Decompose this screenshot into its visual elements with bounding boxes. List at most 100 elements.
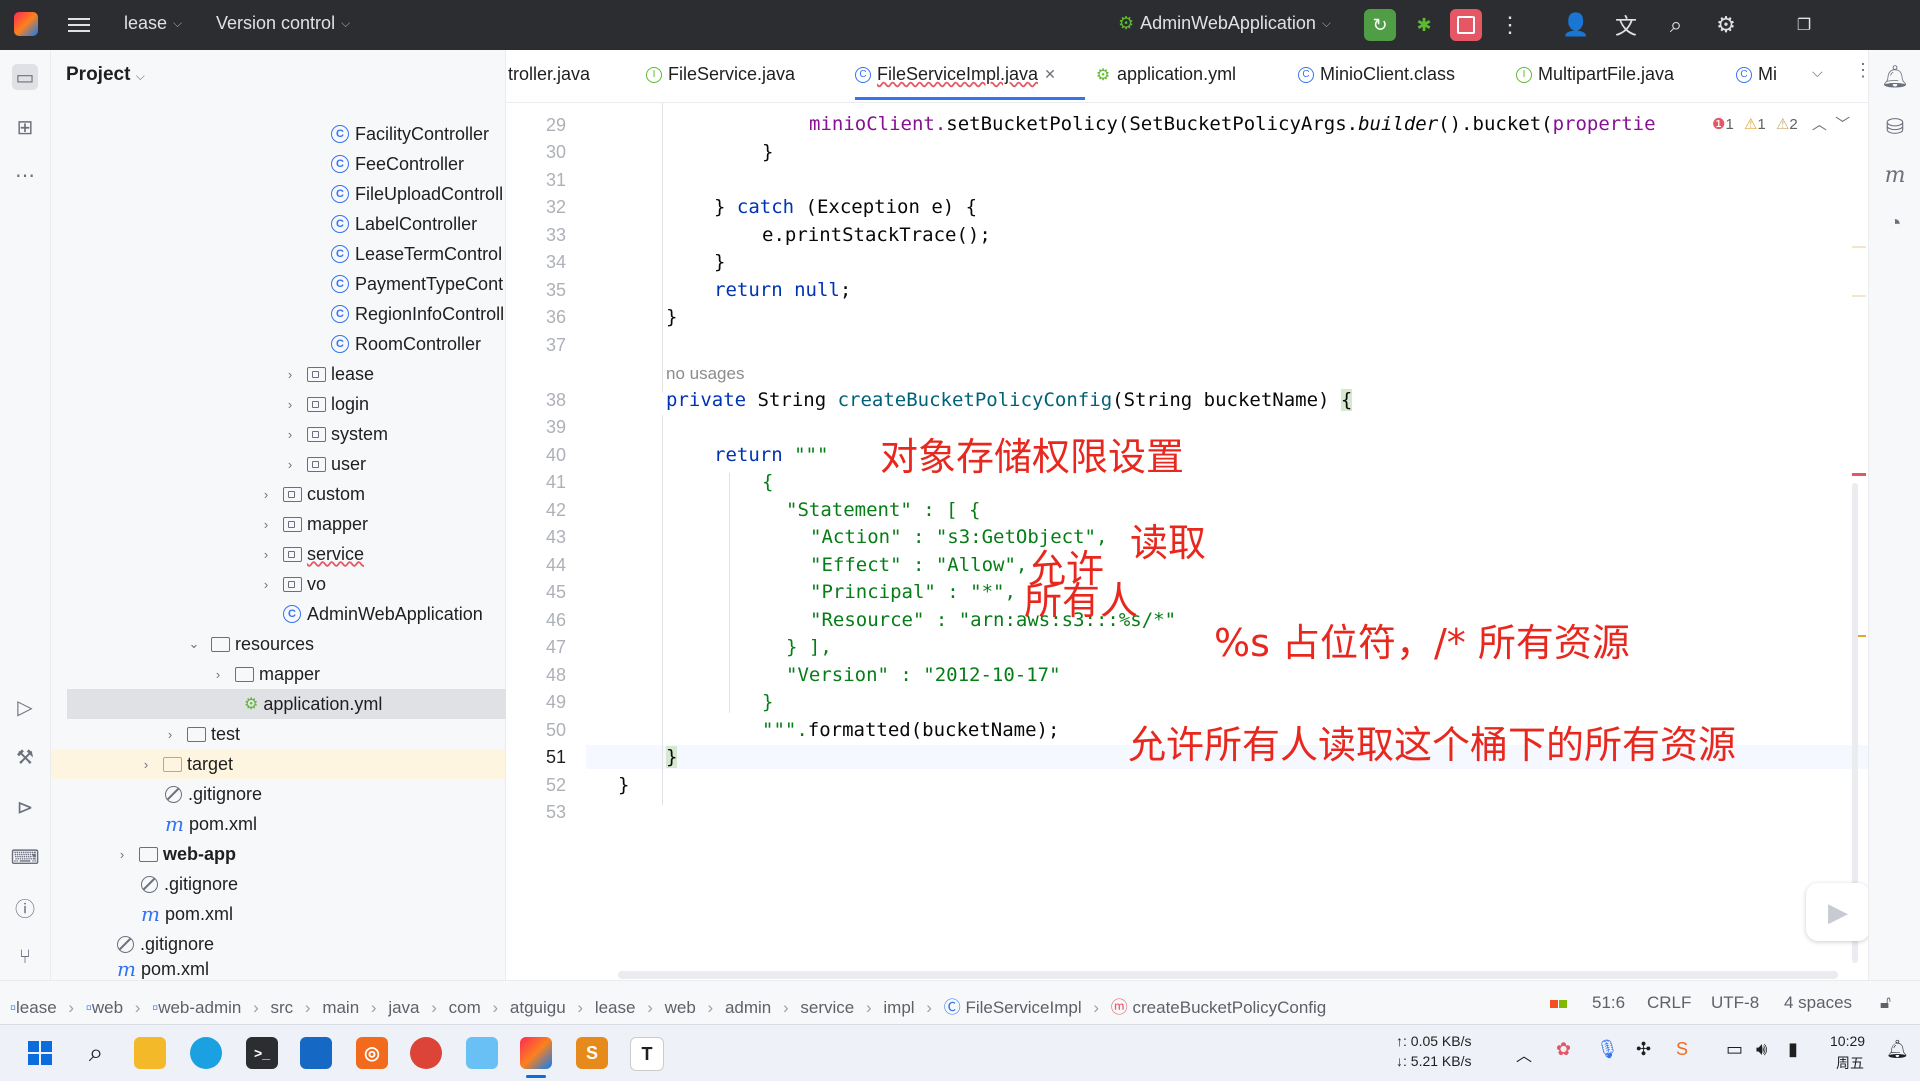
tree-item[interactable]: › service xyxy=(259,539,364,569)
breadcrumb-item[interactable]: impl xyxy=(883,998,914,1017)
translate-icon[interactable]: 文 xyxy=(1612,11,1640,39)
breadcrumb-item[interactable]: admin xyxy=(725,998,771,1017)
tree-item[interactable]: › mapper xyxy=(211,659,320,689)
vcs-selector[interactable]: Version control ⌵ xyxy=(216,13,350,34)
caret-position[interactable]: 51:6 xyxy=(1592,993,1625,1013)
restore-window-icon[interactable]: ❐ xyxy=(1790,11,1818,39)
stop-button[interactable] xyxy=(1450,9,1482,41)
services-icon[interactable]: ⊳ xyxy=(12,794,38,820)
breadcrumb-item[interactable]: ▫web-admin xyxy=(152,998,241,1017)
chevron-right-icon[interactable]: › xyxy=(283,457,297,472)
tab-fileservice[interactable]: I FileService.java xyxy=(646,64,795,85)
battery-icon[interactable]: ▮ xyxy=(1788,1039,1798,1060)
search-icon[interactable]: ⌕ xyxy=(1662,11,1690,39)
tab-multipartfile[interactable]: I MultipartFile.java xyxy=(1516,64,1674,85)
more-tools-icon[interactable]: ⋯ xyxy=(12,162,38,188)
tree-item[interactable]: .gitignore xyxy=(141,869,238,899)
tab-controller[interactable]: troller.java xyxy=(508,64,590,85)
microphone-icon[interactable]: 🎙︎ xyxy=(1596,1039,1619,1060)
more-actions-icon[interactable]: ⋮ xyxy=(1496,11,1524,39)
breadcrumb-item[interactable]: ⓜ createBucketPolicyConfig xyxy=(1111,998,1326,1017)
tree-item[interactable]: › user xyxy=(283,449,366,479)
tree-item[interactable]: C RoomController xyxy=(331,329,481,359)
chevron-right-icon[interactable]: › xyxy=(211,667,225,682)
search-icon[interactable]: ⌕ xyxy=(80,1037,112,1069)
maven-icon[interactable]: m xyxy=(1882,162,1908,188)
start-windows-icon[interactable] xyxy=(24,1037,56,1069)
chevron-right-icon[interactable]: › xyxy=(115,847,129,862)
edge-browser-icon[interactable] xyxy=(190,1037,222,1069)
tree-item[interactable]: m pom.xml xyxy=(117,959,209,979)
chevron-down-icon[interactable]: ⌄ xyxy=(187,636,201,652)
error-stripe-marker[interactable] xyxy=(1852,473,1866,476)
debug-button[interactable]: ✱ xyxy=(1408,9,1440,41)
tree-item-selected[interactable]: ⚙ application.yml xyxy=(67,689,507,719)
chrome-icon[interactable] xyxy=(410,1037,442,1069)
tree-item[interactable]: › target xyxy=(51,749,505,779)
chevron-up-icon[interactable]: ︿ xyxy=(1812,116,1827,133)
tree-item[interactable]: › login xyxy=(283,389,369,419)
chevron-right-icon[interactable]: › xyxy=(259,487,273,502)
tree-item[interactable]: C PaymentTypeCont xyxy=(331,269,503,299)
tree-item[interactable]: C RegionInfoControll xyxy=(331,299,504,329)
tree-item[interactable]: m pom.xml xyxy=(141,899,233,929)
tray-app2-icon[interactable]: S xyxy=(1676,1039,1688,1060)
warning-stripe-marker[interactable] xyxy=(1852,295,1866,297)
breadcrumb-item[interactable]: ▫web xyxy=(86,998,123,1017)
no-usages-hint[interactable]: no usages xyxy=(666,364,744,384)
chevron-up-icon[interactable]: ︿ xyxy=(1516,1042,1532,1066)
chevron-right-icon[interactable]: › xyxy=(139,757,153,772)
breadcrumb-item[interactable]: ▫lease xyxy=(10,998,57,1017)
tree-item[interactable]: .gitignore xyxy=(165,779,262,809)
tree-item[interactable]: C FacilityController xyxy=(331,119,489,149)
run-icon[interactable]: ▷ xyxy=(12,694,38,720)
ubuntu-icon[interactable]: ◎ xyxy=(356,1037,388,1069)
git-branch-icon[interactable]: ⑂ xyxy=(12,944,38,970)
breadcrumb-item[interactable]: src xyxy=(271,998,294,1017)
close-icon[interactable]: ✕ xyxy=(1044,66,1056,83)
tab-fileserviceimpl[interactable]: C FileServiceImpl.java ✕ xyxy=(855,64,1056,85)
tree-item[interactable]: .gitignore xyxy=(117,929,214,959)
tree-item[interactable]: m pom.xml xyxy=(165,809,257,839)
structure-icon[interactable]: ⊞ xyxy=(12,114,38,140)
terminal-icon[interactable]: ⌨ xyxy=(11,844,40,870)
notifications-bell-icon[interactable]: 🔔︎ xyxy=(1881,64,1909,90)
breadcrumb-item[interactable]: web xyxy=(665,998,696,1017)
chevron-down-icon[interactable]: ﹀ xyxy=(1835,116,1850,133)
problems-icon[interactable]: ⓘ xyxy=(12,894,38,921)
chevron-right-icon[interactable]: › xyxy=(283,397,297,412)
ai-assistant-icon[interactable]: ◔ xyxy=(1882,210,1908,236)
tree-item[interactable]: C LabelController xyxy=(331,209,477,239)
breadcrumb-item[interactable]: lease xyxy=(595,998,636,1017)
tray-app-icon[interactable]: ✿ xyxy=(1556,1039,1571,1060)
terminal-icon[interactable]: >_ xyxy=(246,1037,278,1069)
editor-horizontal-scrollbar[interactable] xyxy=(618,971,1838,979)
build-hammer-icon[interactable]: ⚒ xyxy=(12,744,38,770)
file-explorer-icon[interactable] xyxy=(134,1037,166,1069)
ime-icon[interactable]: ✣ xyxy=(1636,1039,1651,1060)
tree-item[interactable]: › web-app xyxy=(115,839,236,869)
clock-time[interactable]: 10:29 xyxy=(1830,1033,1865,1049)
breadcrumb-item[interactable]: com xyxy=(449,998,481,1017)
volume-icon[interactable]: 🔊︎ xyxy=(1756,1039,1767,1060)
indent-setting[interactable]: 4 spaces xyxy=(1784,993,1852,1013)
tab-mi[interactable]: C Mi xyxy=(1736,64,1777,85)
chevron-right-icon[interactable]: › xyxy=(259,517,273,532)
chevron-right-icon[interactable]: › xyxy=(259,547,273,562)
tree-item[interactable]: › system xyxy=(283,419,388,449)
tree-item[interactable]: C AdminWebApplication xyxy=(259,599,483,629)
chevron-right-icon[interactable]: › xyxy=(259,577,273,592)
tab-application-yml[interactable]: ⚙ application.yml xyxy=(1095,64,1236,85)
tree-item[interactable]: C FeeController xyxy=(331,149,464,179)
breadcrumb-item[interactable]: service xyxy=(800,998,854,1017)
video-play-button[interactable]: ▶ xyxy=(1806,883,1870,941)
warning-stripe-marker[interactable] xyxy=(1852,246,1866,248)
project-selector[interactable]: lease ⌵ xyxy=(124,13,182,34)
run-config-selector[interactable]: ⚙ AdminWebApplication ⌵ xyxy=(1118,13,1331,34)
settings-gear-icon[interactable]: ⚙ xyxy=(1712,11,1740,39)
project-folder-icon[interactable]: ▭ xyxy=(12,64,38,90)
tree-item[interactable]: C FileUploadControll xyxy=(331,179,503,209)
line-separator[interactable]: CRLF xyxy=(1647,993,1691,1013)
main-menu-icon[interactable] xyxy=(68,14,90,36)
tree-item[interactable]: C LeaseTermControl xyxy=(331,239,502,269)
